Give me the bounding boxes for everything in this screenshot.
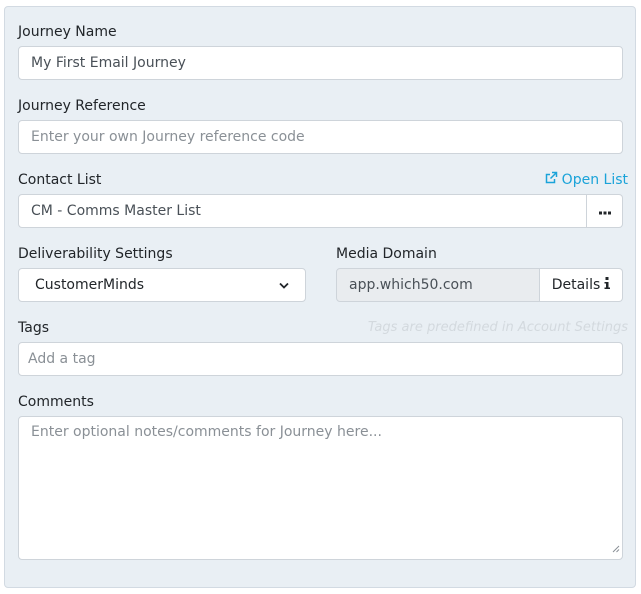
contact-list-label: Contact List — [18, 172, 102, 188]
tags-input[interactable]: Add a tag — [18, 342, 623, 376]
contact-list-group: CM - Comms Master List — [18, 194, 623, 228]
details-button[interactable]: Details — [540, 268, 623, 302]
deliverability-select[interactable]: CustomerMinds — [18, 268, 306, 302]
open-list-label: Open List — [561, 172, 628, 188]
tags-hint: Tags are predefined in Account Settings — [367, 320, 628, 335]
journey-name-input[interactable]: My First Email Journey — [18, 46, 623, 80]
deliverability-selected-value: CustomerMinds — [35, 277, 145, 293]
journey-name-label: Journey Name — [18, 24, 117, 40]
journey-reference-label: Journey Reference — [18, 98, 146, 114]
external-link-icon — [545, 171, 558, 189]
chevron-down-icon — [279, 269, 289, 301]
media-domain-label: Media Domain — [336, 246, 437, 262]
journey-reference-input[interactable]: Enter your own Journey reference code — [18, 120, 623, 154]
info-icon — [604, 277, 611, 293]
comments-placeholder: Enter optional notes/comments for Journe… — [31, 424, 382, 440]
details-button-label: Details — [551, 277, 601, 293]
media-domain-field: app.which50.com — [336, 268, 540, 302]
deliverability-label: Deliverability Settings — [18, 246, 173, 262]
contact-list-menu-button[interactable] — [587, 194, 623, 228]
comments-label: Comments — [18, 394, 94, 410]
comments-textarea[interactable]: Enter optional notes/comments for Journe… — [18, 416, 623, 560]
tags-label: Tags — [18, 320, 49, 336]
resize-handle-icon[interactable] — [612, 541, 620, 557]
contact-list-input[interactable]: CM - Comms Master List — [18, 194, 587, 228]
media-domain-group: app.which50.com Details — [336, 268, 623, 302]
ellipsis-icon — [598, 203, 611, 219]
open-list-link[interactable]: Open List — [545, 171, 628, 189]
